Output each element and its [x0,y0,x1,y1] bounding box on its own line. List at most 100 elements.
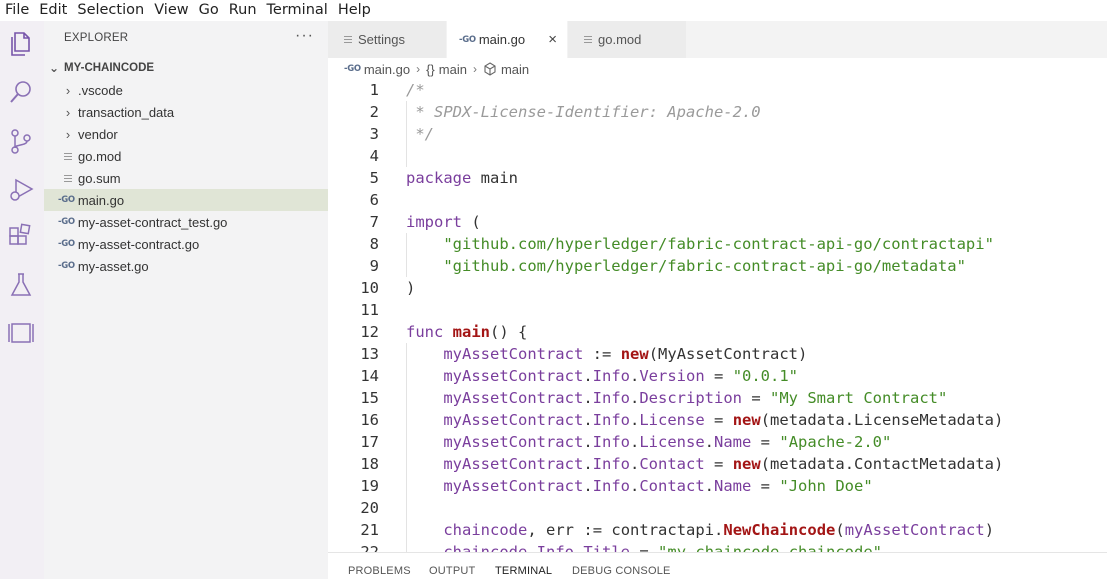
tree-item-my-asset-contract-go[interactable]: -GO my-asset-contract.go [44,233,328,255]
cube-icon [483,62,497,76]
line-number: 20 [360,499,379,517]
tab-debug-console[interactable]: DEBUG CONSOLE [572,565,671,577]
code-editor[interactable]: 1 /* 2 * SPDX-License-Identifier: Apache-2… [328,80,1107,552]
code-line[interactable]: 6 [328,189,1107,211]
code-line[interactable]: 11 [328,299,1107,321]
code-line[interactable]: 13 myAssetContract := new(MyAssetContrac… [328,343,1107,365]
search-icon[interactable] [6,77,36,107]
code-line[interactable]: 16 myAssetContract.Info.License = new(me… [328,409,1107,431]
tree-item-label: go.mod [78,148,122,164]
code-line[interactable]: 15 myAssetContract.Info.Description = "M… [328,387,1107,409]
tree-item-label: main.go [77,192,125,208]
tree-item-go-sum[interactable]: go.sum [44,167,328,189]
line-number: 1 [369,81,379,99]
code-text: myAssetContract.Info.Version = "0.0.1" [443,367,799,385]
tab-main-go[interactable]: -GO main.go × [447,21,567,58]
line-number: 2 [369,103,379,121]
menu-run[interactable]: Run [226,0,262,21]
code-line[interactable]: 14 myAssetContract.Info.Version = "0.0.1… [328,365,1107,387]
menu-view[interactable]: View [151,0,193,21]
code-text: myAssetContract.Info.License.Name = "Apa… [443,433,892,451]
line-number: 7 [369,213,379,231]
tree-item-vendor[interactable]: › vendor [44,123,328,145]
code-line[interactable]: 17 myAssetContract.Info.License.Name = "… [328,431,1107,453]
code-text: chaincode, err := contractapi.NewChainco… [443,521,995,539]
chevron-right-icon: › [65,82,71,98]
breadcrumb: -GO main.go › {} main › main [328,58,1107,80]
close-icon[interactable]: × [548,31,557,48]
code-line[interactable]: 20 [328,497,1107,519]
code-text: func main() { [406,323,528,341]
tab-problems[interactable]: PROBLEMS [348,565,411,577]
go-file-icon: -GO [58,261,75,271]
chevron-right-icon: › [472,62,477,76]
code-line[interactable]: 8 "github.com/hyperledger/fabric-contrac… [328,233,1107,255]
breadcrumb-scope[interactable]: main [439,62,467,77]
go-file-icon: -GO [58,217,75,227]
tab-settings[interactable]: Settings [328,21,446,58]
line-number: 14 [360,367,379,385]
tree-item-label: vendor [78,126,118,142]
code-line[interactable]: 4 [328,145,1107,167]
code-line[interactable]: 10) [328,277,1107,299]
menu-help[interactable]: Help [335,0,376,21]
menu-bar: File Edit Selection View Go Run Terminal… [0,0,1107,21]
code-text: myAssetContract.Info.Description = "My S… [443,389,948,407]
code-line[interactable]: 18 myAssetContract.Info.Contact = new(me… [328,453,1107,475]
panel-tabs: PROBLEMS OUTPUT TERMINAL DEBUG CONSOLE [328,552,1107,580]
line-number: 5 [369,169,379,187]
line-number: 11 [360,301,379,319]
tree-item-go-mod[interactable]: go.mod [44,145,328,167]
activity-bar [0,21,44,579]
code-line[interactable]: 7 import ( [328,211,1107,233]
go-file-icon: -GO [344,64,361,74]
code-line[interactable]: 21 chaincode, err := contractapi.NewChai… [328,519,1107,541]
menu-file[interactable]: File [2,0,34,21]
menu-terminal[interactable]: Terminal [264,0,333,21]
code-line[interactable]: 1 /* [328,80,1107,101]
file-icon [584,34,592,45]
line-number: 3 [369,125,379,143]
code-line[interactable]: 12 func main() { [328,321,1107,343]
tree-item-transaction-data[interactable]: › transaction_data [44,101,328,123]
chevron-right-icon: › [65,104,71,120]
line-number: 12 [360,323,379,341]
tab-output[interactable]: OUTPUT [429,565,475,577]
code-text: "github.com/hyperledger/fabric-contract-… [443,235,994,253]
tree-item-my-asset-go[interactable]: -GO my-asset.go [44,255,328,277]
testing-icon[interactable] [6,270,36,300]
code-line[interactable]: 3 */ [328,123,1107,145]
editor-tabs: Settings -GO main.go × go.mod [328,21,1107,58]
code-line[interactable]: 22 chaincode.Info.Title = "my-chaincode … [328,541,1107,552]
run-debug-icon[interactable] [6,174,36,204]
menu-selection[interactable]: Selection [74,0,149,21]
tab-terminal[interactable]: TERMINAL [495,565,552,577]
remote-explorer-icon[interactable] [6,318,36,348]
settings-file-icon [344,34,352,45]
menu-go[interactable]: Go [196,0,224,21]
code-line[interactable]: 5 package main [328,167,1107,189]
code-text: package main [406,169,518,187]
folder-header[interactable]: ⌄ MY-CHAINCODE [44,58,328,78]
tree-item-vscode[interactable]: › .vscode [44,79,328,101]
code-text: */ [406,125,434,143]
code-line[interactable]: 2 * SPDX-License-Identifier: Apache-2.0 [328,101,1107,123]
tab-label: go.mod [598,32,642,47]
line-number: 18 [360,455,379,473]
tree-item-my-asset-contract-test-go[interactable]: -GO my-asset-contract_test.go [44,211,328,233]
tree-item-main-go[interactable]: -GO main.go [44,189,328,211]
line-number: 9 [369,257,379,275]
code-line[interactable]: 19 myAssetContract.Info.Contact.Name = "… [328,475,1107,497]
explorer-icon[interactable] [6,29,36,59]
more-actions-icon[interactable]: ··· [295,27,314,45]
menu-edit[interactable]: Edit [36,0,72,21]
extensions-icon[interactable] [6,222,36,252]
line-number: 10 [360,279,379,297]
tab-go-mod[interactable]: go.mod [568,21,686,58]
code-text: import ( [406,213,481,231]
breadcrumb-symbol[interactable]: main [501,62,529,77]
code-line[interactable]: 9 "github.com/hyperledger/fabric-contrac… [328,255,1107,277]
code-text: chaincode.Info.Title = "my-chaincode cha… [443,543,883,552]
breadcrumb-file[interactable]: main.go [364,62,410,77]
source-control-icon[interactable] [6,126,36,156]
